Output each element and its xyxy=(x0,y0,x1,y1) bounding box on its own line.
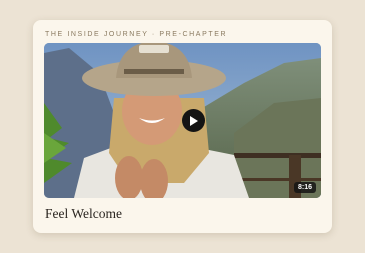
card-eyebrow: THE INSIDE JOURNEY · PRE-CHAPTER xyxy=(45,31,228,38)
video-title[interactable]: Feel Welcome xyxy=(45,206,122,222)
video-thumbnail[interactable]: 8:16 xyxy=(44,43,321,198)
video-card[interactable]: THE INSIDE JOURNEY · PRE-CHAPTER 8:16 Fe… xyxy=(33,20,332,233)
video-duration: 8:16 xyxy=(293,182,316,193)
play-button[interactable] xyxy=(182,109,205,132)
play-icon xyxy=(190,115,198,126)
